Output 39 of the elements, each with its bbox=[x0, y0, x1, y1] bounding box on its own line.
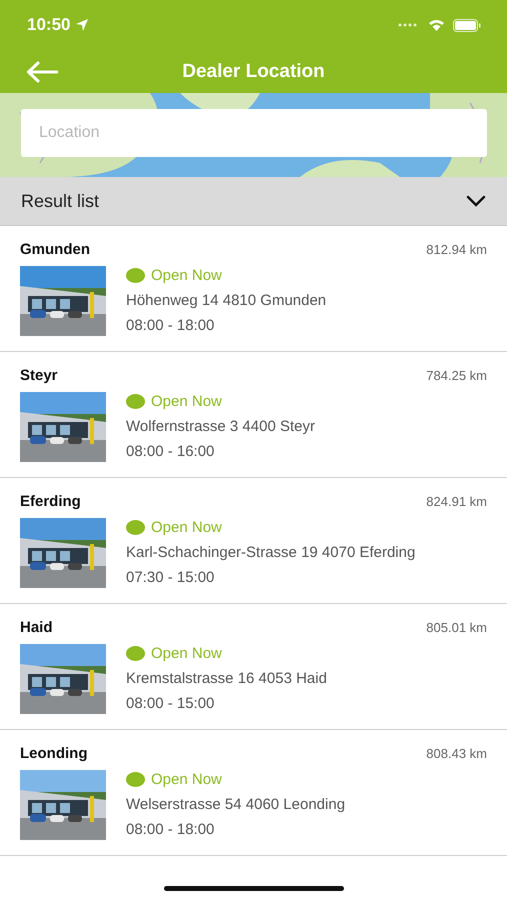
result-list-title: Result list bbox=[21, 190, 100, 212]
battery-icon bbox=[453, 18, 481, 32]
dealer-name: Steyr bbox=[20, 367, 58, 384]
dealer-name: Eferding bbox=[20, 493, 81, 510]
dealer-name: Leonding bbox=[20, 745, 88, 762]
open-status: Open Now bbox=[151, 267, 222, 284]
open-status: Open Now bbox=[151, 645, 222, 662]
status-time: 10:50 bbox=[27, 15, 70, 35]
dealer-distance: 808.43 km bbox=[426, 746, 487, 761]
dealer-address: Kremstalstrasse 16 4053 Haid bbox=[126, 670, 327, 687]
open-status: Open Now bbox=[151, 771, 222, 788]
dealer-row[interactable]: Haid 805.01 km Open Now Kremstalstrasse 16 4053 Haid 08:00 - 15:00 bbox=[0, 604, 507, 730]
opening-hours: 08:00 - 16:00 bbox=[126, 443, 216, 460]
opening-hours: 07:30 - 15:00 bbox=[126, 569, 216, 586]
dealer-distance: 805.01 km bbox=[426, 620, 487, 635]
dealer-row[interactable]: Leonding 808.43 km Open Now Welserstrasse 54 4060 Leonding 08:00 - 18:00 bbox=[0, 730, 507, 856]
opening-hours: 08:00 - 18:00 bbox=[126, 317, 216, 334]
open-status: Open Now bbox=[151, 393, 222, 410]
dealer-distance: 784.25 km bbox=[426, 368, 487, 383]
open-status: Open Now bbox=[151, 519, 222, 536]
dealer-distance: 824.91 km bbox=[426, 494, 487, 509]
opening-hours: 08:00 - 18:00 bbox=[126, 821, 216, 838]
screen-title: Dealer Location bbox=[182, 60, 325, 82]
dealer-name: Gmunden bbox=[20, 241, 90, 258]
location-arrow-icon bbox=[75, 18, 90, 32]
dealer-address: Welserstrasse 54 4060 Leonding bbox=[126, 796, 346, 813]
dealer-row[interactable]: Eferding 824.91 km Open Now Karl-Schachinger-Strasse 19 4070 Eferding 07:30 - 15:00 bbox=[0, 478, 507, 604]
location-search-field[interactable]: Location bbox=[21, 109, 487, 157]
dealer-distance: 812.94 km bbox=[426, 242, 487, 257]
result-list-header[interactable]: Result list bbox=[0, 177, 507, 226]
wifi-icon bbox=[428, 19, 445, 31]
dealer-row[interactable]: Steyr 784.25 km Open Now Wolfernstrasse 3 4400 Steyr 08:00 - 16:00 bbox=[0, 352, 507, 478]
back-arrow-icon bbox=[26, 60, 58, 82]
dealer-row[interactable]: Gmunden 812.94 km Open Now Höhenweg 14 4810 Gmunden 08:00 - 18:00 bbox=[0, 226, 507, 352]
dealer-address: Karl-Schachinger-Strasse 19 4070 Eferding bbox=[126, 544, 416, 561]
dealer-name: Haid bbox=[20, 619, 53, 636]
dealer-address: Wolfernstrasse 3 4400 Steyr bbox=[126, 418, 315, 435]
dealer-address: Höhenweg 14 4810 Gmunden bbox=[126, 292, 326, 309]
opening-hours: 08:00 - 15:00 bbox=[126, 695, 216, 712]
